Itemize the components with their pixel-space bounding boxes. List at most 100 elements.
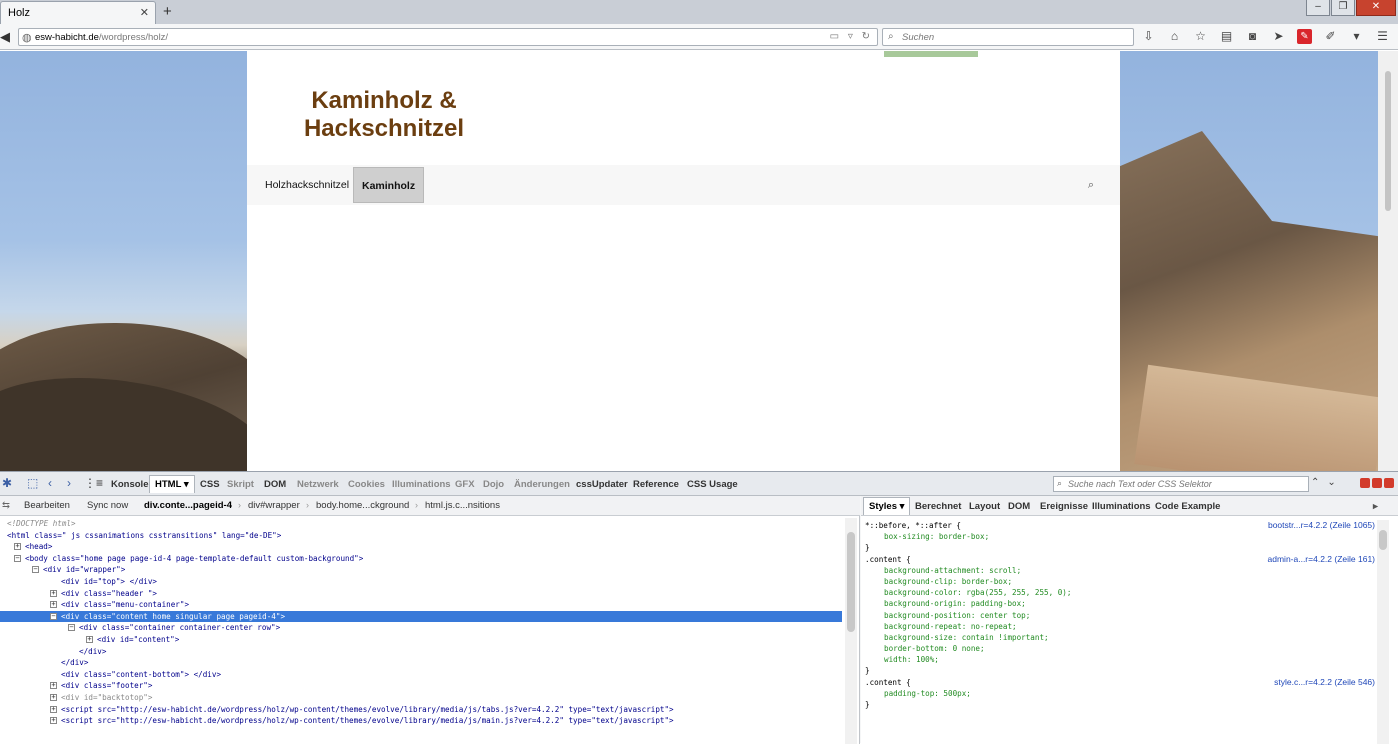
site-logo[interactable]: Kaminholz & Hackschnitzel: [284, 87, 484, 143]
tree-node[interactable]: + <div id="content">: [0, 634, 842, 646]
css-property[interactable]: background-color: rgba(255, 255, 255, 0)…: [865, 587, 1375, 598]
tree-node[interactable]: + <div class="footer">: [0, 680, 842, 692]
expand-icon[interactable]: +: [86, 635, 93, 643]
tree-node[interactable]: − <div class="container container-center …: [0, 622, 842, 634]
tree-node[interactable]: + <div class="header ">: [0, 588, 842, 600]
css-source-link[interactable]: bootstr...r=4.2.2 (Zeile 1065): [1268, 520, 1375, 531]
css-source-link[interactable]: admin-a...r=4.2.2 (Zeile 161): [1268, 554, 1375, 565]
tree-node[interactable]: </div>: [0, 657, 842, 669]
css-property[interactable]: background-attachment: scroll;: [865, 565, 1375, 576]
tab-cssupdater[interactable]: cssUpdater: [576, 479, 628, 490]
expand-icon[interactable]: +: [14, 543, 21, 551]
css-property[interactable]: box-sizing: border-box;: [865, 531, 1375, 542]
expand-icon[interactable]: +: [50, 601, 57, 609]
tree-node[interactable]: <html class=" js cssanimations csstransi…: [0, 530, 842, 542]
sync-now-button[interactable]: Sync now: [87, 500, 128, 511]
css-property[interactable]: background-repeat: no-repeat;: [865, 621, 1375, 632]
minimize-button[interactable]: –: [1306, 0, 1330, 16]
back-button[interactable]: ◀: [0, 27, 18, 47]
page-scrollbar[interactable]: [1378, 51, 1398, 471]
search-nav-arrows[interactable]: ⌃⌄: [1311, 477, 1344, 488]
expand-icon[interactable]: +: [50, 682, 57, 690]
html-tree-scrollbar-thumb[interactable]: [847, 532, 855, 632]
tree-node[interactable]: + <div class="menu-container">: [0, 599, 842, 611]
new-tab-button[interactable]: +: [163, 3, 172, 20]
tab-cookies[interactable]: Cookies: [348, 479, 385, 490]
html-tree-scrollbar[interactable]: [845, 518, 857, 744]
search-icon[interactable]: ⌕: [1088, 179, 1094, 192]
pocket-icon[interactable]: ◙: [1245, 29, 1260, 44]
edit-button[interactable]: Bearbeiten: [24, 500, 70, 511]
css-property[interactable]: background-origin: padding-box;: [865, 598, 1375, 609]
tree-node-selected[interactable]: − <div class="content home singular page …: [0, 610, 842, 623]
tree-node[interactable]: + <head>: [0, 541, 842, 553]
download-icon[interactable]: ⇩: [1141, 29, 1156, 44]
tree-node[interactable]: − <body class="home page page-id-4 page-t…: [0, 553, 842, 565]
menu-icon[interactable]: ☰: [1375, 29, 1390, 44]
expand-icon[interactable]: +: [50, 589, 57, 597]
css-selector[interactable]: *::before, *::after {bootstr...r=4.2.2 (…: [865, 520, 1375, 531]
collapse-icon[interactable]: −: [50, 612, 57, 620]
search-bar[interactable]: ⌕ Suchen: [882, 28, 1134, 46]
tab-gfx[interactable]: GFX: [455, 479, 475, 490]
tab-css[interactable]: CSS: [200, 479, 220, 490]
tab-skript[interactable]: Skript: [227, 479, 254, 490]
tree-node[interactable]: </div>: [0, 646, 842, 658]
breadcrumb-item[interactable]: div.conte...pageid-4: [144, 500, 232, 511]
tab-dojo[interactable]: Dojo: [483, 479, 504, 490]
tab-html[interactable]: HTML ▾: [149, 475, 195, 493]
tab-dom[interactable]: DOM: [1008, 501, 1030, 512]
css-property[interactable]: background-size: contain !important;: [865, 632, 1375, 643]
expand-icon[interactable]: +: [50, 717, 57, 725]
devtools-detach-button[interactable]: [1372, 478, 1382, 488]
forward-arrow-icon[interactable]: ›: [67, 476, 71, 490]
panel-arrow-icon[interactable]: ▸: [1373, 501, 1378, 512]
home-icon[interactable]: ⌂: [1167, 29, 1182, 44]
tab-ereignisse[interactable]: Ereignisse: [1040, 501, 1088, 512]
expand-icon[interactable]: +: [50, 705, 57, 713]
breadcrumb-item[interactable]: body.home...ckground: [316, 500, 409, 511]
back-arrow-icon[interactable]: ‹: [48, 476, 52, 490]
tree-node[interactable]: <!DOCTYPE html>: [0, 518, 842, 530]
page-scrollbar-thumb[interactable]: [1385, 71, 1391, 211]
tab-illuminations[interactable]: Illuminations: [1092, 501, 1151, 512]
tab-styles[interactable]: Styles ▾: [863, 497, 911, 515]
tab-illuminations[interactable]: Illuminations: [392, 479, 451, 490]
layout-icon[interactable]: ⇆: [2, 500, 10, 511]
chevron-down-icon[interactable]: ▾: [1349, 29, 1364, 44]
expand-icon[interactable]: +: [50, 693, 57, 701]
url-bar[interactable]: ◍ esw-habicht.de/wordpress/holz/ ▭ ▿ ↻: [18, 28, 878, 46]
tree-node[interactable]: <div id="top"> </div>: [0, 576, 842, 588]
breadcrumb-item[interactable]: html.js.c...nsitions: [425, 500, 500, 511]
close-window-button[interactable]: ✕: [1356, 0, 1396, 16]
browser-tab[interactable]: Holz ✕: [0, 1, 156, 24]
tab-netzwerk[interactable]: Netzwerk: [297, 479, 339, 490]
tab-code-example[interactable]: Code Example: [1155, 501, 1220, 512]
send-icon[interactable]: ➤: [1271, 29, 1286, 44]
css-property[interactable]: padding-top: 500px;: [865, 688, 1375, 699]
styles-scrollbar-thumb[interactable]: [1379, 530, 1387, 550]
tab-reference[interactable]: Reference: [633, 479, 679, 490]
breadcrumb-item[interactable]: div#wrapper: [248, 500, 300, 511]
css-source-link[interactable]: style.c...r=4.2.2 (Zeile 546): [1274, 677, 1375, 688]
tree-node[interactable]: − <div id="wrapper">: [0, 564, 842, 576]
nav-item-kaminholz[interactable]: Kaminholz: [353, 167, 425, 203]
addon-red-icon[interactable]: ✎: [1297, 29, 1312, 44]
css-property[interactable]: background-position: center top;: [865, 610, 1375, 621]
css-selector[interactable]: .content {admin-a...r=4.2.2 (Zeile 161): [865, 554, 1375, 565]
tab-dom[interactable]: DOM: [264, 479, 286, 490]
tab-css-usage[interactable]: CSS Usage: [687, 479, 738, 490]
tab-berechnet[interactable]: Berechnet: [915, 501, 961, 512]
collapse-icon[interactable]: −: [14, 554, 21, 562]
tree-node[interactable]: <div class="content-bottom"> </div>: [0, 669, 842, 681]
collapse-icon[interactable]: −: [32, 566, 39, 574]
tree-node[interactable]: + <script src="http://esw-habicht.de/word…: [0, 715, 842, 727]
css-property[interactable]: background-clip: border-box;: [865, 576, 1375, 587]
tab-aenderungen[interactable]: Änderungen: [514, 479, 570, 490]
tab-layout[interactable]: Layout: [969, 501, 1000, 512]
bookmark-star-icon[interactable]: ☆: [1193, 29, 1208, 44]
firebug-icon[interactable]: ✱: [2, 476, 12, 490]
devtools-close-button[interactable]: [1384, 478, 1394, 488]
tree-node[interactable]: + <script src="http://esw-habicht.de/word…: [0, 704, 842, 716]
devtools-search-input[interactable]: ⌕ Suche nach Text oder CSS Selektor: [1053, 476, 1309, 492]
